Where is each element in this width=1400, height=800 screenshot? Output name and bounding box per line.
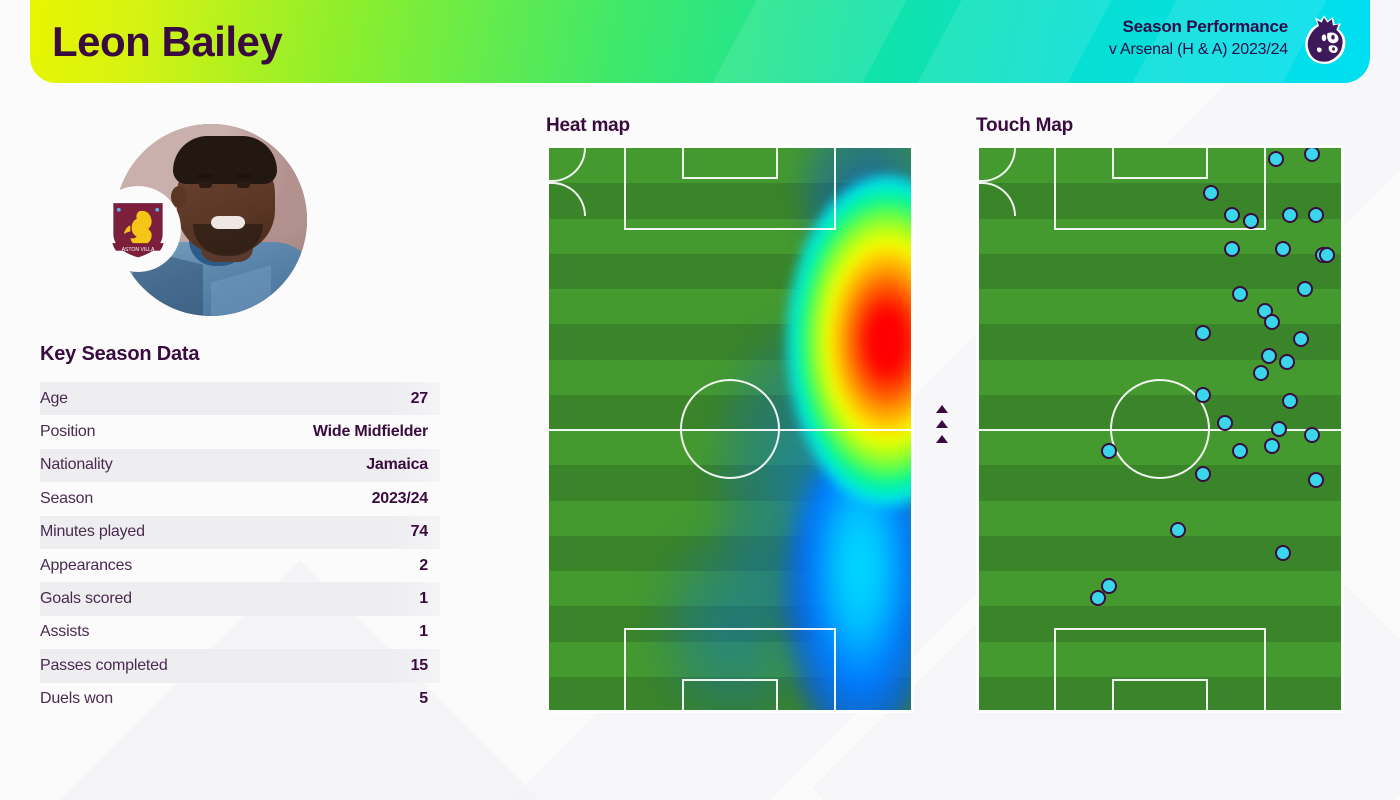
touch-dot	[1318, 246, 1335, 263]
touch-dot	[1242, 213, 1259, 230]
player-photo-block: ASTON VILLA	[95, 124, 343, 316]
penalty-arc-bottom	[979, 182, 1016, 216]
touch-dot	[1264, 314, 1281, 331]
touch-dot	[1195, 465, 1212, 482]
table-row: Duels won 5	[40, 683, 440, 716]
player-hair	[173, 136, 277, 184]
touch-dot	[1282, 392, 1299, 409]
table-row: Nationality Jamaica	[40, 448, 440, 483]
centre-circle	[680, 379, 780, 479]
touch-dot	[1307, 207, 1324, 224]
touch-dot	[1090, 589, 1107, 606]
player-eyebrow	[236, 174, 252, 178]
touch-dot	[1260, 347, 1277, 364]
stat-label: Season	[40, 489, 94, 507]
table-row: Minutes played 74	[40, 515, 440, 549]
six-yard-box-top	[1112, 148, 1208, 179]
penalty-arc-bottom	[549, 182, 586, 216]
player-eye	[199, 182, 212, 188]
penalty-arc-top	[549, 148, 586, 182]
touch-dot	[1217, 415, 1234, 432]
touch-dot	[1304, 426, 1321, 443]
pitch-surface	[549, 148, 911, 710]
table-row: Assists 1	[40, 616, 440, 649]
match-subtitle: v Arsenal (H & A) 2023/24	[1108, 41, 1288, 58]
touch-dot	[1282, 207, 1299, 224]
stat-label: Minutes played	[40, 523, 145, 541]
touch-dot	[1195, 387, 1212, 404]
season-performance-label: Season Performance	[1122, 17, 1288, 36]
stat-label: Position	[40, 423, 96, 441]
header-meta: Season Performance v Arsenal (H & A) 202…	[1109, 17, 1288, 59]
touch-dot	[1278, 353, 1295, 370]
touch-dot	[1307, 471, 1324, 488]
table-row: Passes completed 15	[40, 649, 440, 683]
stat-value: 27	[410, 389, 429, 407]
key-season-data-table: Age 27 Position Wide Midfielder Nationality J…	[40, 382, 440, 716]
touch-dot	[1170, 522, 1187, 539]
table-row: Season 2023/24	[40, 482, 440, 515]
stat-label: Goals scored	[40, 590, 132, 608]
touch-dot	[1231, 443, 1248, 460]
stat-label: Duels won	[40, 690, 113, 708]
premier-league-lion-icon	[1305, 15, 1346, 64]
six-yard-box-bottom	[682, 679, 778, 710]
penalty-arc-top	[979, 148, 1016, 182]
table-row: Goals scored 1	[40, 582, 440, 616]
table-row: Position Wide Midfielder	[40, 415, 440, 448]
stat-label: Appearances	[40, 556, 133, 574]
svg-text:ASTON VILLA: ASTON VILLA	[122, 247, 155, 253]
heat-map-pitch	[546, 145, 914, 713]
stat-value: 2	[419, 556, 428, 574]
page-title: Leon Bailey	[52, 18, 283, 65]
stat-value: 5	[419, 690, 428, 708]
touch-dot	[1271, 421, 1288, 437]
touch-dot	[1253, 364, 1270, 381]
header-sheen	[887, 0, 1133, 83]
direction-of-play-arrows-icon	[936, 405, 956, 450]
stat-value: 74	[410, 523, 429, 541]
stat-label: Passes completed	[40, 656, 168, 674]
touch-dot	[1101, 443, 1118, 460]
touch-dot	[1264, 437, 1281, 454]
stat-value: 15	[410, 656, 429, 674]
stat-value: Jamaica	[366, 456, 428, 474]
player-eyebrow	[197, 174, 213, 178]
touch-dot	[1275, 544, 1292, 561]
table-row: Age 27	[40, 382, 440, 416]
six-yard-box-top	[682, 148, 778, 179]
touch-dot	[1202, 184, 1219, 201]
touch-dot	[1293, 331, 1310, 348]
stat-label: Nationality	[40, 456, 113, 474]
stat-label: Assists	[40, 623, 90, 641]
player-mouth	[211, 216, 245, 229]
touch-dot	[1195, 325, 1212, 342]
touch-dot	[1224, 207, 1241, 224]
page-header: Leon Bailey Season Performance v Arsenal…	[30, 0, 1370, 83]
heat-map-title: Heat map	[546, 115, 630, 136]
infographic-page: Leon Bailey Season Performance v Arsenal…	[0, 0, 1400, 800]
touch-map-pitch	[976, 145, 1344, 713]
stat-value: 1	[419, 590, 428, 608]
header-sheen	[682, 0, 928, 83]
aston-villa-badge-icon: ASTON VILLA	[111, 201, 165, 260]
stat-value: Wide Midfielder	[312, 423, 428, 441]
pitch-surface	[979, 148, 1341, 710]
player-eye	[237, 182, 250, 188]
stat-value: 2023/24	[371, 489, 429, 507]
touch-dot	[1267, 151, 1284, 168]
key-season-data-title: Key Season Data	[40, 343, 200, 365]
stat-value: 1	[419, 623, 428, 641]
stat-label: Age	[40, 389, 68, 407]
touch-map-title: Touch Map	[976, 115, 1074, 136]
table-row: Appearances 2	[40, 549, 440, 582]
touch-dot	[1231, 286, 1248, 303]
six-yard-box-bottom	[1112, 679, 1208, 710]
pitch-markings	[549, 148, 911, 710]
touch-dot	[1296, 280, 1313, 297]
touch-dot	[1275, 241, 1292, 258]
touch-dot	[1224, 241, 1241, 258]
